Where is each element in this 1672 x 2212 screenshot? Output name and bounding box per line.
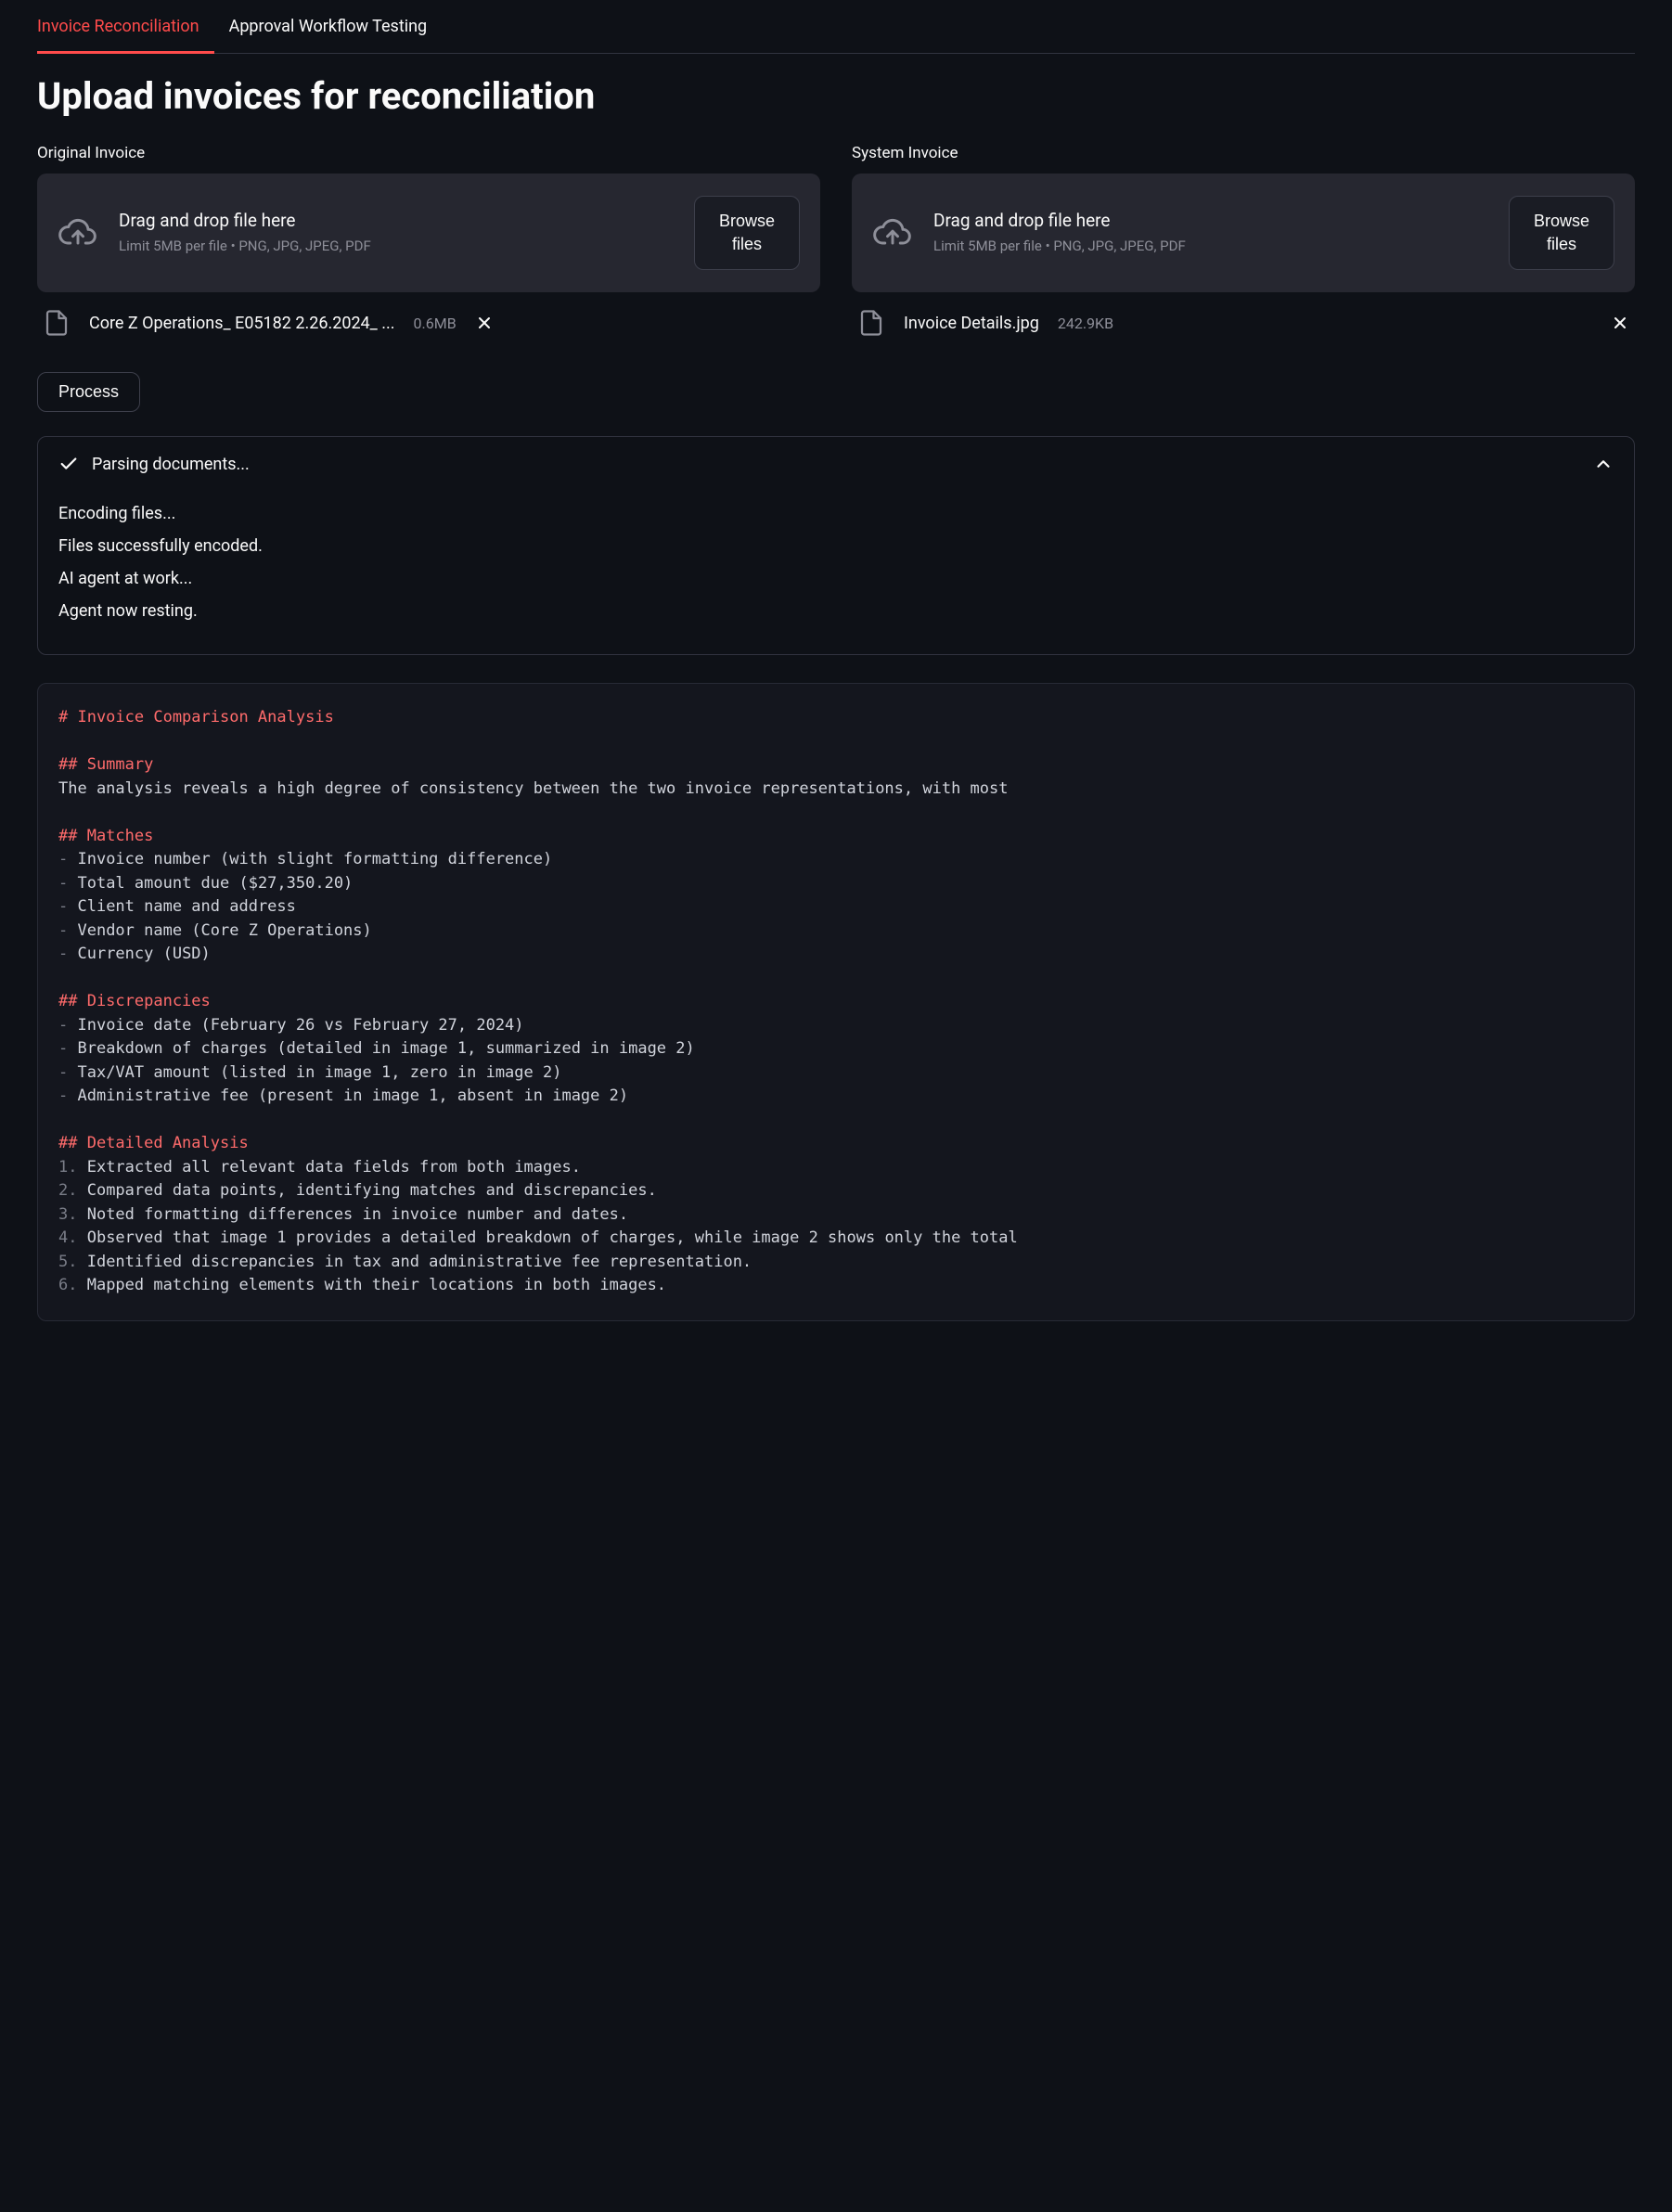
- dropzone-main-text: Drag and drop file here: [119, 210, 371, 231]
- upload-original-label: Original Invoice: [37, 144, 820, 162]
- status-line: AI agent at work...: [58, 569, 1614, 588]
- analysis-report: # Invoice Comparison Analysis ## Summary…: [37, 683, 1635, 1321]
- detail-item: Observed that image 1 provides a detaile…: [87, 1228, 1018, 1247]
- status-line: Files successfully encoded.: [58, 536, 1614, 556]
- cloud-upload-icon: [58, 212, 98, 253]
- browse-files-button[interactable]: Browse files: [694, 196, 800, 270]
- tab-invoice-reconciliation[interactable]: Invoice Reconciliation: [37, 0, 214, 53]
- process-button[interactable]: Process: [37, 372, 140, 412]
- expander-body: Encoding files... Files successfully enc…: [38, 504, 1634, 654]
- report-h2-discrepancies: ## Discrepancies: [58, 992, 211, 1010]
- file-name: Core Z Operations_ E05182 2.26.2024_ ...: [89, 314, 395, 333]
- remove-file-button[interactable]: [1611, 314, 1629, 332]
- dropzone-system[interactable]: Drag and drop file here Limit 5MB per fi…: [852, 174, 1635, 292]
- match-item: Currency (USD): [77, 945, 210, 963]
- report-h2-summary: ## Summary: [58, 755, 153, 774]
- check-icon: [58, 454, 79, 474]
- uploaded-file-row: Invoice Details.jpg 242.9KB: [852, 292, 1635, 344]
- discrepancy-item: Tax/VAT amount (listed in image 1, zero …: [77, 1063, 561, 1082]
- upload-system-label: System Invoice: [852, 144, 1635, 162]
- file-icon: [857, 309, 885, 337]
- discrepancy-item: Administrative fee (present in image 1, …: [77, 1087, 628, 1105]
- chevron-up-icon[interactable]: [1593, 454, 1614, 474]
- discrepancy-item: Invoice date (February 26 vs February 27…: [77, 1016, 523, 1035]
- expander-title: Parsing documents...: [92, 455, 1593, 474]
- dropzone-hint-text: Limit 5MB per file • PNG, JPG, JPEG, PDF: [933, 237, 1186, 256]
- file-size: 242.9KB: [1058, 315, 1113, 332]
- dropzone-original[interactable]: Drag and drop file here Limit 5MB per fi…: [37, 174, 820, 292]
- tabs: Invoice Reconciliation Approval Workflow…: [37, 0, 1635, 54]
- report-h2-matches: ## Matches: [58, 827, 153, 845]
- report-h1: # Invoice Comparison Analysis: [58, 708, 334, 727]
- uploaded-file-row: Core Z Operations_ E05182 2.26.2024_ ...…: [37, 292, 820, 344]
- detail-item: Compared data points, identifying matche…: [87, 1181, 657, 1200]
- file-icon: [43, 309, 71, 337]
- cloud-upload-icon: [872, 212, 913, 253]
- upload-system-col: System Invoice Drag and drop file here L…: [852, 144, 1635, 344]
- tab-approval-workflow[interactable]: Approval Workflow Testing: [229, 0, 443, 53]
- match-item: Vendor name (Core Z Operations): [77, 921, 371, 940]
- detail-item: Identified discrepancies in tax and admi…: [87, 1253, 752, 1271]
- match-item: Client name and address: [77, 897, 295, 916]
- match-item: Invoice number (with slight formatting d…: [77, 850, 552, 868]
- expander-header[interactable]: Parsing documents...: [38, 437, 1634, 491]
- file-size: 0.6MB: [414, 315, 457, 332]
- status-expander: Parsing documents... Encoding files... F…: [37, 436, 1635, 655]
- detail-item: Mapped matching elements with their loca…: [87, 1276, 666, 1294]
- upload-original-col: Original Invoice Drag and drop file here…: [37, 144, 820, 344]
- page-title: Upload invoices for reconciliation: [37, 74, 1635, 118]
- dropzone-main-text: Drag and drop file here: [933, 210, 1186, 231]
- detail-item: Noted formatting differences in invoice …: [87, 1205, 628, 1224]
- detail-item: Extracted all relevant data fields from …: [87, 1158, 581, 1177]
- status-line: Encoding files...: [58, 504, 1614, 523]
- status-line: Agent now resting.: [58, 601, 1614, 621]
- report-h2-detailed: ## Detailed Analysis: [58, 1134, 249, 1152]
- dropzone-hint-text: Limit 5MB per file • PNG, JPG, JPEG, PDF: [119, 237, 371, 256]
- discrepancy-item: Breakdown of charges (detailed in image …: [77, 1039, 694, 1058]
- file-name: Invoice Details.jpg: [904, 314, 1039, 333]
- browse-files-button[interactable]: Browse files: [1509, 196, 1614, 270]
- match-item: Total amount due ($27,350.20): [77, 874, 353, 893]
- report-summary-text: The analysis reveals a high degree of co…: [58, 779, 1009, 798]
- remove-file-button[interactable]: [475, 314, 494, 332]
